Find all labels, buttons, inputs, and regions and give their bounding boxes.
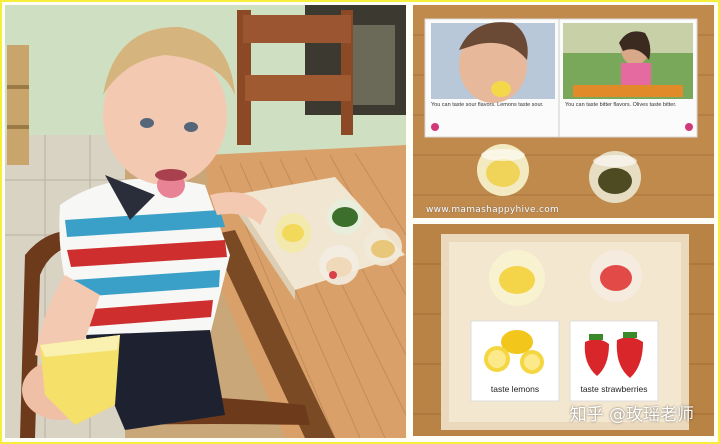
source-watermark: 知乎 @玫瑶老师 [569,405,694,425]
child-scene-illustration [5,5,406,438]
book-scene-illustration [413,18,714,203]
site-url-watermark: www.mamashappyhive.com [426,205,560,215]
card-label-lemons: taste lemons [490,384,540,394]
book-right-caption: You can taste bitter flavors. Olives tas… [565,102,677,108]
photo-child-tasting [5,5,406,438]
card-label-strawberries: taste strawberries [580,384,648,394]
photo-book-jars: You can taste sour flavors. Lemons taste… [413,5,714,218]
book-left-caption: You can taste sour flavors. Lemons taste… [431,102,544,108]
